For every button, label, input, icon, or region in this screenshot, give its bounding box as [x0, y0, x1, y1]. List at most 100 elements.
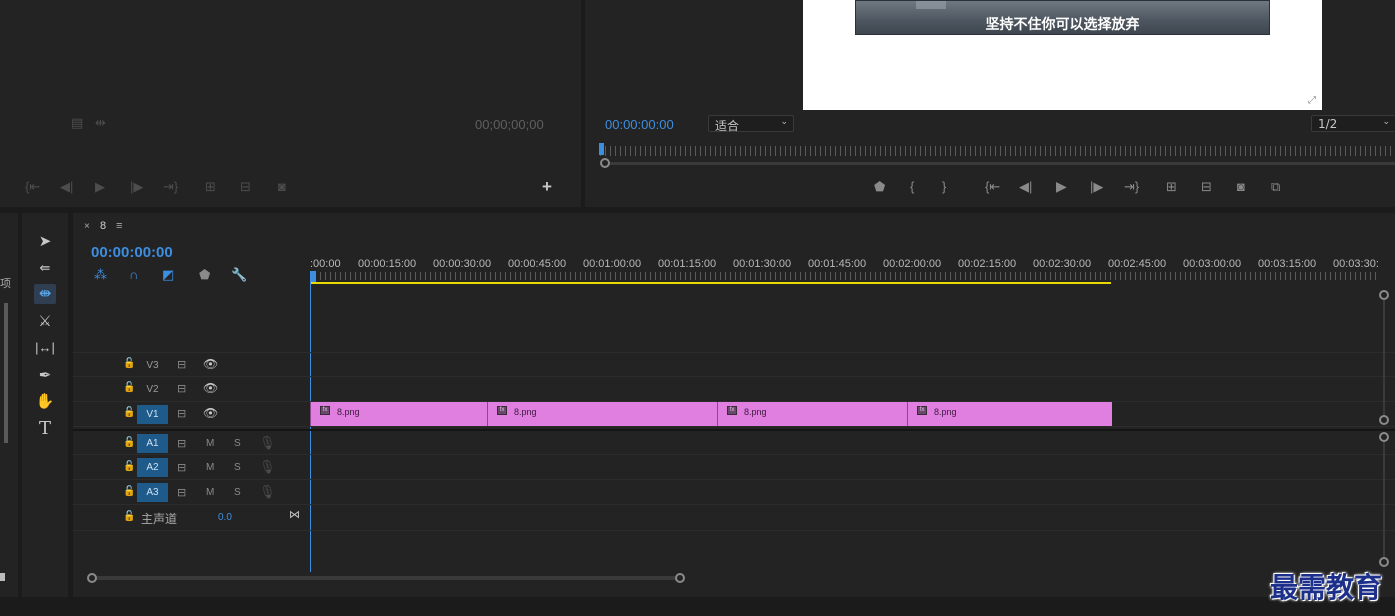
- project-scrollbar[interactable]: [4, 303, 8, 443]
- zoom-handle-left[interactable]: [87, 573, 97, 583]
- step-back-icon[interactable]: ◀|: [60, 180, 73, 194]
- video-scroll-handle-top[interactable]: [1379, 290, 1389, 300]
- lock-icon[interactable]: 🔓: [123, 460, 135, 474]
- track-v1[interactable]: 🔓 V1 ⊟ 👁 fx 8.png fx 8.png fx 8.png fx 8…: [73, 402, 1395, 427]
- program-ruler[interactable]: [600, 146, 1395, 156]
- extract-icon[interactable]: ⊟: [1201, 180, 1212, 194]
- snap-icon[interactable]: ∩: [129, 268, 138, 282]
- sync-lock-icon[interactable]: ⊟: [177, 437, 186, 451]
- mute-button[interactable]: M: [206, 486, 214, 500]
- export-frame-icon[interactable]: ◙: [278, 180, 286, 194]
- track-master[interactable]: 🔓 主声道 0.0 ⋈: [73, 505, 1395, 531]
- sync-lock-icon[interactable]: ⊟: [177, 358, 186, 372]
- play-icon[interactable]: ▶: [1056, 179, 1067, 193]
- add-button[interactable]: +: [542, 178, 552, 195]
- audio-scroll-handle-top[interactable]: [1379, 432, 1389, 442]
- audio-scrollbar[interactable]: [1383, 442, 1385, 557]
- clip[interactable]: fx 8.png: [487, 402, 717, 426]
- go-to-out-icon[interactable]: ⇥}: [163, 180, 178, 194]
- lock-icon[interactable]: 🔓: [123, 381, 135, 395]
- mark-out-icon[interactable]: }: [942, 180, 946, 194]
- play-icon[interactable]: ▶: [95, 180, 105, 194]
- solo-button[interactable]: S: [234, 461, 241, 475]
- track-a2[interactable]: 🔓 A2 ⊟ M S 🎙: [73, 455, 1395, 480]
- step-forward-icon[interactable]: |▶: [130, 180, 143, 194]
- fit-dropdown[interactable]: 适合 ⌄: [708, 115, 794, 133]
- panel-menu-icon[interactable]: ≡: [116, 220, 122, 232]
- track-a1[interactable]: 🔓 A1 ⊟ M S 🎙: [73, 429, 1395, 455]
- eye-icon[interactable]: 👁: [203, 406, 218, 420]
- lock-icon[interactable]: 🔓: [123, 485, 135, 499]
- pen-tool-icon[interactable]: ✒: [34, 366, 56, 386]
- settings-wrench-icon[interactable]: 🔧: [231, 268, 247, 282]
- program-timecode[interactable]: 00:00:00:00: [605, 117, 674, 132]
- insert-icon[interactable]: ⊞: [205, 180, 216, 194]
- overwrite-icon[interactable]: ⊟: [240, 180, 251, 194]
- time-ruler[interactable]: :00:00 00:00:15:00 00:00:30:00 00:00:45:…: [310, 253, 1395, 285]
- step-back-icon[interactable]: ◀|: [1019, 180, 1032, 194]
- slip-tool-icon[interactable]: |↔|: [34, 338, 56, 358]
- resolution-dropdown[interactable]: 1/2 ⌄: [1311, 115, 1395, 132]
- timeline-playhead-handle[interactable]: [310, 271, 316, 282]
- hand-tool-icon[interactable]: ✋: [34, 392, 56, 412]
- step-forward-icon[interactable]: |▶: [1090, 180, 1103, 194]
- timeline-timecode[interactable]: 00:00:00:00: [91, 244, 173, 261]
- track-select-tool-icon[interactable]: ⇚: [34, 258, 56, 278]
- program-zoom-bar[interactable]: [605, 162, 1395, 165]
- eye-icon[interactable]: 👁: [203, 357, 218, 371]
- lock-icon[interactable]: 🔓: [123, 436, 135, 450]
- expand-icon[interactable]: ⤢: [1308, 95, 1316, 106]
- sync-lock-icon[interactable]: ⊟: [177, 407, 186, 421]
- microphone-icon[interactable]: 🎙: [259, 485, 276, 499]
- nest-icon[interactable]: ⁂: [94, 268, 107, 282]
- microphone-icon[interactable]: 🎙: [259, 460, 276, 474]
- sync-lock-icon[interactable]: ⊟: [177, 461, 186, 475]
- export-frame-icon[interactable]: ◙: [1237, 180, 1245, 194]
- sync-lock-icon[interactable]: ⊟: [177, 486, 186, 500]
- source-timecode[interactable]: 00;00;00;00: [475, 117, 544, 132]
- comparison-view-icon[interactable]: ⧉: [1271, 180, 1280, 194]
- bowtie-icon[interactable]: ⋈: [289, 508, 300, 522]
- add-marker-icon[interactable]: ⬟: [874, 180, 885, 194]
- ripple-edit-tool-icon[interactable]: ⇼: [34, 284, 56, 304]
- go-to-in-icon[interactable]: {⇤: [985, 180, 1000, 194]
- zoom-handle-left[interactable]: [600, 158, 610, 168]
- track-name[interactable]: A1: [137, 434, 168, 453]
- clip[interactable]: fx 8.png: [907, 402, 1112, 426]
- close-tab-icon[interactable]: ×: [84, 221, 90, 232]
- microphone-icon[interactable]: 🎙: [259, 436, 276, 450]
- mute-button[interactable]: M: [206, 437, 214, 451]
- linked-selection-icon[interactable]: ◩: [162, 268, 174, 282]
- drag-video-icon[interactable]: ▤: [71, 116, 83, 130]
- eye-icon[interactable]: 👁: [203, 381, 218, 395]
- go-to-in-icon[interactable]: {⇤: [25, 180, 40, 194]
- track-name[interactable]: V2: [137, 380, 168, 399]
- sync-lock-icon[interactable]: ⊟: [177, 382, 186, 396]
- sequence-tab[interactable]: 8: [100, 220, 106, 232]
- solo-button[interactable]: S: [234, 486, 241, 500]
- timeline-zoom-bar[interactable]: [93, 576, 683, 580]
- mute-button[interactable]: M: [206, 461, 214, 475]
- video-scrollbar[interactable]: [1383, 300, 1385, 416]
- lift-icon[interactable]: ⊞: [1166, 180, 1177, 194]
- go-to-out-icon[interactable]: ⇥}: [1124, 180, 1139, 194]
- mark-in-icon[interactable]: {: [910, 180, 914, 194]
- solo-button[interactable]: S: [234, 437, 241, 451]
- track-a3[interactable]: 🔓 A3 ⊟ M S 🎙: [73, 480, 1395, 505]
- work-area-bar[interactable]: [310, 282, 1111, 284]
- track-v3[interactable]: 🔓 V3 ⊟ 👁: [73, 352, 1395, 377]
- track-name[interactable]: V1: [137, 405, 168, 424]
- lock-icon[interactable]: 🔓: [123, 406, 135, 420]
- selection-tool-icon[interactable]: ➤: [34, 232, 56, 252]
- lock-icon[interactable]: 🔓: [123, 357, 135, 371]
- type-tool-icon[interactable]: T: [34, 419, 56, 439]
- master-volume-value[interactable]: 0.0: [218, 512, 232, 523]
- track-name[interactable]: V3: [137, 356, 168, 375]
- zoom-handle-right[interactable]: [675, 573, 685, 583]
- lock-icon[interactable]: 🔓: [123, 510, 135, 524]
- razor-tool-icon[interactable]: ⚔: [34, 312, 56, 332]
- clip[interactable]: fx 8.png: [310, 402, 487, 426]
- add-marker-icon[interactable]: ⬟: [199, 268, 210, 282]
- track-v2[interactable]: 🔓 V2 ⊟ 👁: [73, 377, 1395, 402]
- track-name[interactable]: A2: [137, 458, 168, 477]
